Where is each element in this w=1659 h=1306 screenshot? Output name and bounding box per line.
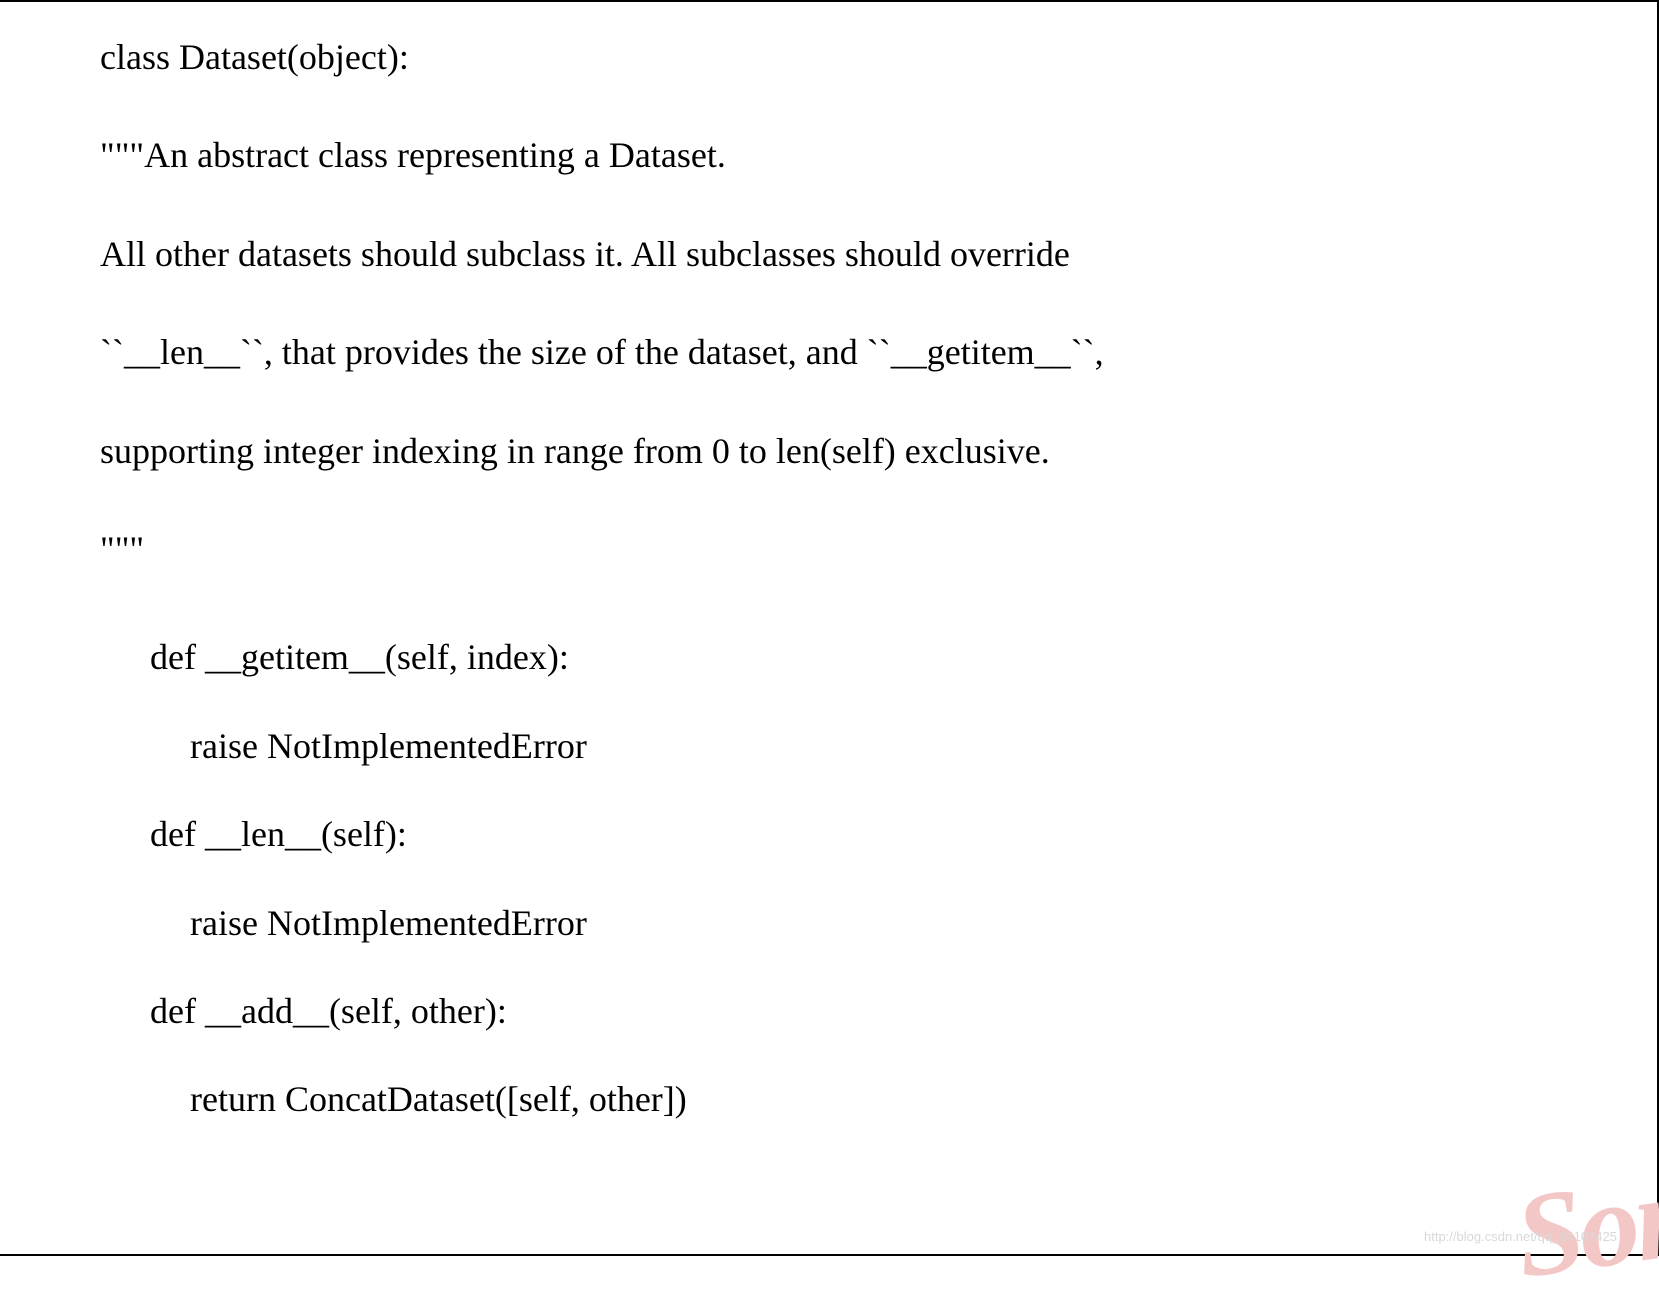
method-add-body: return ConcatDataset([self, other])	[100, 1074, 1557, 1124]
code-document-container: class Dataset(object): """An abstract cl…	[0, 0, 1659, 1256]
method-getitem-def: def __getitem__(self, index):	[100, 632, 1557, 682]
method-add-def: def __add__(self, other):	[100, 986, 1557, 1036]
class-definition-line: class Dataset(object):	[100, 32, 1557, 82]
docstring-open-line: """An abstract class representing a Data…	[100, 130, 1557, 180]
docstring-body-line-2: ``__len__``, that provides the size of t…	[100, 327, 1557, 377]
watermark-small-text: http://blog.csdn.net/qq_34107425	[1424, 1229, 1617, 1244]
docstring-body-line-3: supporting integer indexing in range fro…	[100, 426, 1557, 476]
watermark-large-text: Son	[1507, 1144, 1659, 1306]
docstring-body-line-1: All other datasets should subclass it. A…	[100, 229, 1557, 279]
method-len-def: def __len__(self):	[100, 809, 1557, 859]
method-len-body: raise NotImplementedError	[100, 898, 1557, 948]
method-getitem-body: raise NotImplementedError	[100, 721, 1557, 771]
docstring-close-line: """	[100, 524, 1557, 574]
